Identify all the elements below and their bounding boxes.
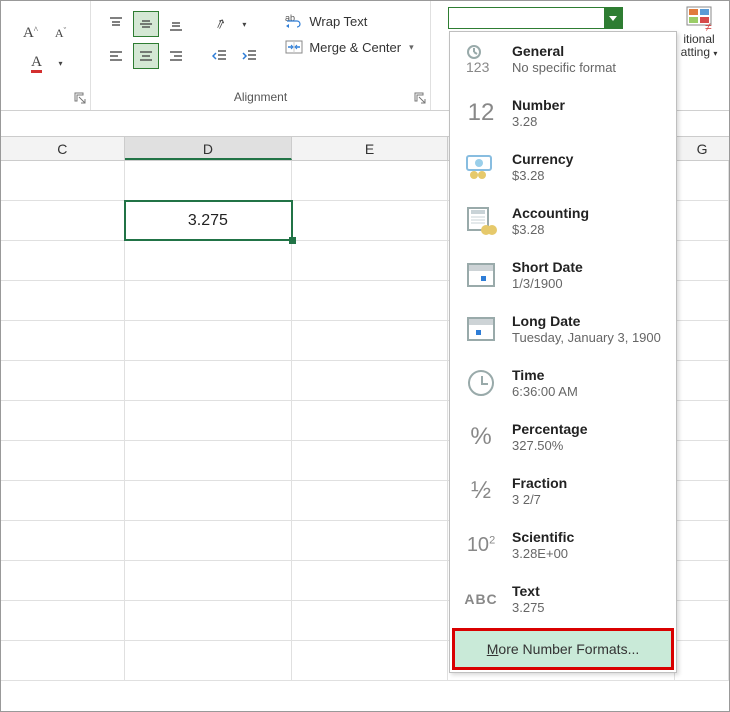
col-header-g[interactable]: G <box>675 137 729 160</box>
text-icon: ABC <box>464 582 498 616</box>
wrap-text-button[interactable]: ab Wrap Text <box>281 11 417 31</box>
nf-accounting[interactable]: Accounting$3.28 <box>450 194 676 248</box>
nf-scientific[interactable]: 102 Scientific3.28E+00 <box>450 518 676 572</box>
fraction-icon: ½ <box>464 474 498 508</box>
decrease-indent-button[interactable] <box>207 43 233 69</box>
font-color-dropdown[interactable]: ▾ <box>54 51 68 77</box>
nf-time[interactable]: Time6:36:00 AM <box>450 356 676 410</box>
cell-d-value[interactable]: 3.275 <box>125 201 293 241</box>
number-icon: 12 <box>464 96 498 130</box>
nf-text[interactable]: ABC Text3.275 <box>450 572 676 626</box>
font-dialog-launcher[interactable] <box>74 92 86 104</box>
nf-percentage[interactable]: % Percentage327.50% <box>450 410 676 464</box>
align-left-button[interactable] <box>103 43 129 69</box>
col-header-d[interactable]: D <box>125 137 293 160</box>
wrap-text-label: Wrap Text <box>309 14 367 29</box>
align-top-button[interactable] <box>103 11 129 37</box>
currency-icon <box>464 150 498 184</box>
nf-currency[interactable]: Currency$3.28 <box>450 140 676 194</box>
svg-text:123: 123 <box>466 59 490 74</box>
merge-center-icon <box>285 39 303 55</box>
align-center-button[interactable] <box>133 43 159 69</box>
nf-number[interactable]: 12 Number3.28 <box>450 86 676 140</box>
nf-general[interactable]: 123 GeneralNo specific format <box>450 32 676 86</box>
scientific-icon: 102 <box>464 528 498 562</box>
alignment-group-label: Alignment <box>234 90 287 108</box>
col-header-e[interactable]: E <box>292 137 448 160</box>
alignment-group: ⇗ ▾ ab Wrap Text Merge & Center ▾ <box>91 1 431 110</box>
conditional-formatting-button[interactable]: ≠ itionalatting ▾ <box>669 5 729 59</box>
orientation-button[interactable]: ⇗ <box>207 11 233 37</box>
align-bottom-button[interactable] <box>163 11 189 37</box>
merge-center-button[interactable]: Merge & Center ▾ <box>281 37 417 57</box>
percentage-icon: % <box>464 420 498 454</box>
orientation-dropdown[interactable]: ▾ <box>237 11 251 37</box>
number-format-dropdown-field[interactable] <box>448 7 623 29</box>
long-date-icon <box>464 312 498 346</box>
merge-center-label: Merge & Center <box>309 40 401 55</box>
merge-dropdown-caret[interactable]: ▾ <box>409 42 414 53</box>
nf-long-date[interactable]: Long DateTuesday, January 3, 1900 <box>450 302 676 356</box>
short-date-icon <box>464 258 498 292</box>
decrease-font-button[interactable]: Aˇ <box>48 21 74 47</box>
nf-fraction[interactable]: ½ Fraction3 2/7 <box>450 464 676 518</box>
number-format-menu: 123 GeneralNo specific format 12 Number3… <box>449 31 677 673</box>
alignment-dialog-launcher[interactable] <box>414 92 426 104</box>
align-right-button[interactable] <box>163 43 189 69</box>
number-format-dropdown-button[interactable] <box>604 8 622 28</box>
nf-more-formats[interactable]: More Number Formats... <box>452 628 674 670</box>
increase-font-button[interactable]: A^ <box>18 21 44 47</box>
increase-indent-button[interactable] <box>237 43 263 69</box>
conditional-formatting-icon: ≠ <box>685 5 713 31</box>
time-icon <box>464 366 498 400</box>
align-middle-button[interactable] <box>133 11 159 37</box>
col-header-c[interactable]: C <box>1 137 125 160</box>
svg-text:≠: ≠ <box>705 20 712 31</box>
accounting-icon <box>464 204 498 238</box>
general-icon: 123 <box>464 42 498 76</box>
font-color-button[interactable]: A <box>24 51 50 77</box>
nf-short-date[interactable]: Short Date1/3/1900 <box>450 248 676 302</box>
wrap-text-icon: ab <box>285 13 303 29</box>
selection-fill-handle[interactable] <box>289 237 296 244</box>
font-group-partial: A^ Aˇ A ▾ <box>1 1 91 110</box>
